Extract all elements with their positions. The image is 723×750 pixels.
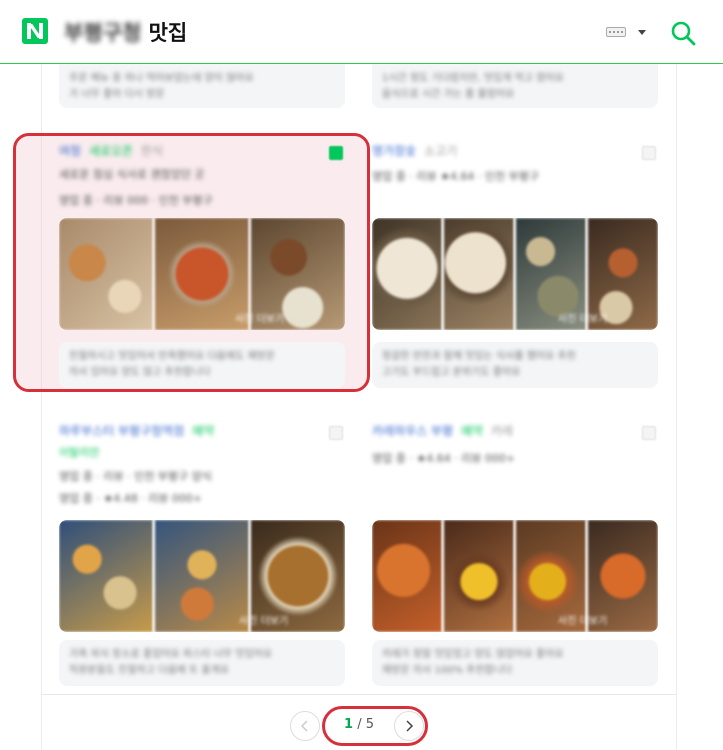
restaurant-card[interactable]: 명가참숯 소고기 영업 중 · 리뷰 ★4.64 · 인천 부평구 사진 더보기… [372,142,658,388]
card-meta: 영업 중 · ★4.48 · 리뷰 000+ [59,492,203,505]
review-line: 1시간 정도 기다렸지만, 맛있게 먹고 왔어요 [382,73,564,84]
card-title[interactable]: 명가참숯 소고기 [372,142,457,159]
restaurant-name[interactable]: 명가참숯 [372,144,416,158]
naver-logo-icon[interactable] [22,18,48,44]
card-title[interactable]: 카레하우스 부평 예약 카레 [372,422,513,439]
food-photo[interactable] [442,218,514,330]
bookmark-icon[interactable] [642,146,656,160]
search-query[interactable]: 부평구청 맛집 [64,17,187,47]
food-photo[interactable] [59,520,153,632]
search-header: 부평구청 맛집 [0,0,723,64]
restaurant-category: 이탈리안 [59,446,100,459]
photo-strip[interactable] [372,218,658,330]
restaurant-card[interactable]: 하루부스터 부평구청역점 예약 이탈리안 영업 중 · 리뷰 · 인천 부평구 … [59,422,345,692]
search-icon[interactable] [670,20,696,46]
keyboard-icon[interactable] [606,27,626,37]
bookmark-icon[interactable] [329,426,343,440]
food-photo[interactable] [153,520,249,632]
restaurant-name[interactable]: 카레하우스 부평 [372,424,453,438]
review-line: 가족 외식 장소로 좋았어요 파스타 너무 맛있어요 [69,649,273,660]
review-line: 주문 메뉴 중 하나 먹어보았는데 양이 많아요 [69,73,254,84]
restaurant-name[interactable]: 하루부스터 부평구청역점 [59,424,184,438]
review-snippet[interactable]: 카레가 정말 맛있었고 양도 많았어요 좋아요 재방문 의사 100% 추천합니… [372,640,658,686]
review-line: 재방문 의사 100% 추천합니다 [382,665,513,676]
review-line: 고기도 부드럽고 분위기도 좋아요 [382,367,521,378]
card-meta: 영업 중 · ★4.64 · 리뷰 000+ [372,452,516,465]
review-snippet[interactable]: 주문 메뉴 중 하나 먹어보았는데 양이 많아요 가 너무 좋아 다시 방문 [59,64,345,108]
food-photo[interactable] [442,520,514,632]
card-title[interactable]: 하루부스터 부평구청역점 예약 [59,422,214,439]
photo-strip[interactable] [59,520,345,632]
bookmark-icon[interactable] [642,426,656,440]
dropdown-caret-icon[interactable] [638,30,646,35]
review-line: 음식으로 시간 가는 줄 몰랐어요 [382,89,515,100]
prev-arrow-icon [300,720,308,732]
photo-strip[interactable] [372,520,658,632]
review-line: 직원분들도 친절하고 다음에 또 올게요 [69,665,229,676]
query-blurred-text: 부평구청 [64,21,142,45]
food-photo[interactable] [372,520,442,632]
restaurant-card[interactable]: 카레하우스 부평 예약 카레 영업 중 · ★4.64 · 리뷰 000+ 사진… [372,422,658,692]
status-badge: 예약 [192,424,215,438]
review-line: 가 너무 좋아 다시 방문 [69,89,165,100]
review-line: 카레가 정말 맛있었고 양도 많았어요 좋아요 [382,649,564,660]
restaurant-category: 소고기 [424,144,458,158]
review-snippet[interactable]: 1시간 정도 기다렸지만, 맛있게 먹고 왔어요 음식으로 시간 가는 줄 몰랐… [372,64,658,108]
food-photo[interactable] [372,218,442,330]
pagination-highlight [322,706,428,746]
highlight-annotation [13,133,370,392]
review-line: 정갈한 반찬과 함께 맛있는 식사를 했어요 추천 [382,351,576,362]
review-snippet[interactable]: 정갈한 반찬과 함께 맛있는 식사를 했어요 추천 고기도 부드럽고 분위기도 … [372,342,658,388]
card-meta: 영업 중 · 리뷰 ★4.64 · 인천 부평구 [372,170,540,183]
status-badge: 예약 [460,424,484,438]
query-text: 맛집 [148,21,188,45]
card-description: 영업 중 · 리뷰 · 인천 부평구 양식 [59,470,212,483]
review-snippet[interactable]: 가족 외식 장소로 좋았어요 파스타 너무 맛있어요 직원분들도 친절하고 다음… [59,640,345,686]
restaurant-category: 카레 [490,424,513,438]
prev-page-button[interactable] [290,711,320,741]
